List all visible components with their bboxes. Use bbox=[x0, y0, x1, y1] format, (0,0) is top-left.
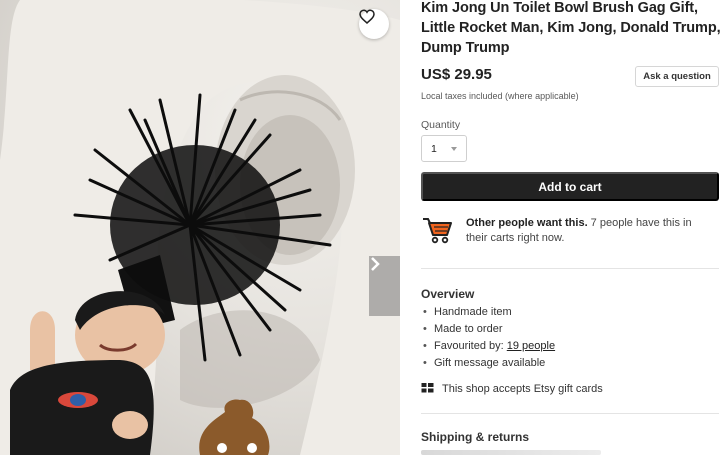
next-image-button[interactable] bbox=[369, 256, 400, 316]
quantity-select[interactable]: 1 bbox=[421, 135, 467, 162]
listing-price: US$ 29.95 bbox=[421, 66, 492, 83]
favourited-label: Favourited by: bbox=[434, 340, 507, 352]
gift-card-icon bbox=[421, 382, 442, 396]
ask-question-button[interactable]: Ask a question bbox=[635, 66, 719, 87]
shopping-cart-icon bbox=[421, 215, 453, 250]
favourited-link[interactable]: 19 people bbox=[507, 340, 555, 352]
divider bbox=[421, 413, 719, 414]
shipping-preview bbox=[421, 450, 601, 455]
product-image[interactable] bbox=[0, 0, 400, 455]
overview-item-favourited: Favourited by: 19 people bbox=[421, 338, 555, 355]
favourite-button[interactable] bbox=[359, 9, 389, 39]
demand-text: Other people want this. 7 people have th… bbox=[466, 216, 716, 246]
quantity-value: 1 bbox=[431, 142, 437, 155]
tax-note: Local taxes included (where applicable) bbox=[421, 91, 579, 101]
overview-list: Handmade item Made to order Favourited b… bbox=[421, 304, 555, 372]
shipping-returns-title[interactable]: Shipping & returns bbox=[421, 430, 529, 444]
listing-details: Kim Jong Un Toilet Bowl Brush Gag Gift, … bbox=[421, 0, 721, 455]
add-to-cart-button[interactable]: Add to cart bbox=[421, 172, 719, 201]
demand-bold: Other people want this. bbox=[466, 217, 588, 229]
product-photo bbox=[0, 0, 400, 455]
demand-notice: Other people want this. 7 people have th… bbox=[421, 212, 719, 252]
overview-title: Overview bbox=[421, 287, 475, 301]
gift-cards-text: This shop accepts Etsy gift cards bbox=[442, 383, 603, 395]
quantity-label: Quantity bbox=[421, 119, 461, 131]
overview-item-handmade: Handmade item bbox=[421, 304, 555, 321]
overview-item-made-to-order: Made to order bbox=[421, 321, 555, 338]
listing-title: Kim Jong Un Toilet Bowl Brush Gag Gift, … bbox=[421, 0, 721, 56]
divider bbox=[421, 268, 719, 269]
gift-cards-notice: This shop accepts Etsy gift cards bbox=[421, 381, 603, 397]
caret-down-icon bbox=[451, 147, 457, 151]
overview-item-gift-message: Gift message available bbox=[421, 355, 555, 372]
